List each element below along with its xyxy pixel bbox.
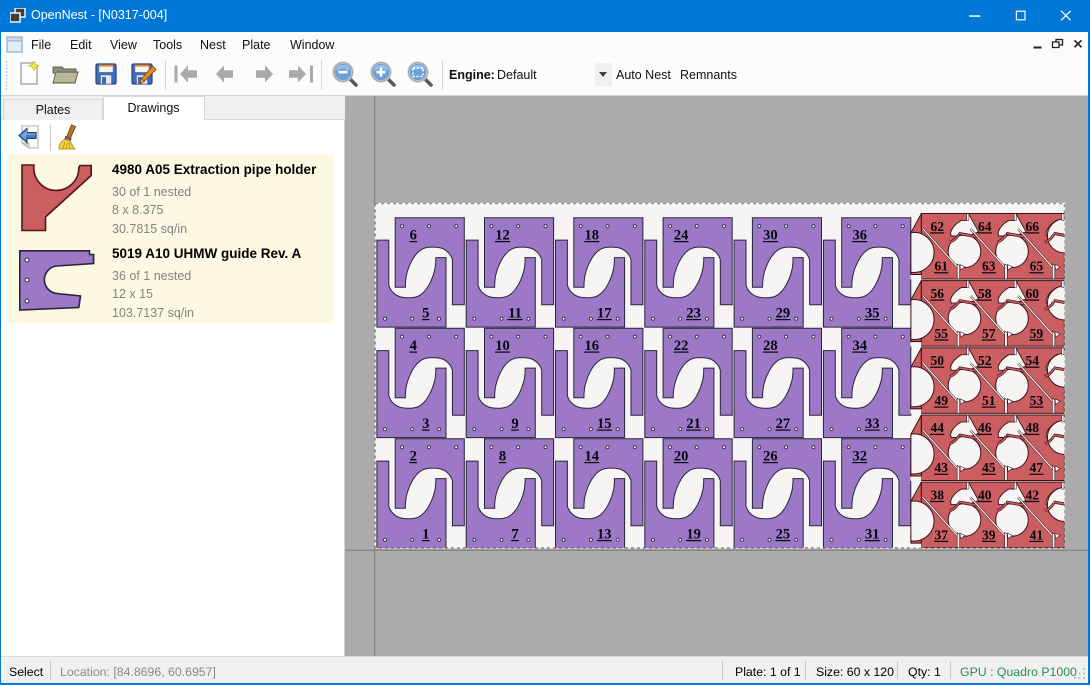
svg-text:22: 22 bbox=[673, 337, 688, 353]
svg-text:66: 66 bbox=[1025, 218, 1039, 233]
svg-text:35: 35 bbox=[864, 305, 879, 321]
svg-text:55: 55 bbox=[934, 325, 948, 340]
svg-text:48: 48 bbox=[1025, 420, 1039, 435]
svg-text:57: 57 bbox=[982, 325, 996, 340]
svg-text:62: 62 bbox=[930, 218, 944, 233]
svg-text:61: 61 bbox=[934, 258, 948, 273]
svg-text:5: 5 bbox=[422, 305, 429, 321]
svg-text:38: 38 bbox=[930, 487, 944, 502]
svg-text:63: 63 bbox=[982, 258, 996, 273]
svg-text:52: 52 bbox=[977, 353, 991, 368]
svg-text:29: 29 bbox=[775, 305, 790, 321]
svg-text:6: 6 bbox=[409, 227, 416, 243]
svg-text:50: 50 bbox=[930, 353, 944, 368]
svg-text:14: 14 bbox=[584, 448, 599, 464]
svg-text:60: 60 bbox=[1025, 285, 1039, 300]
svg-text:37: 37 bbox=[934, 527, 948, 542]
svg-text:21: 21 bbox=[686, 415, 701, 431]
svg-text:46: 46 bbox=[977, 420, 991, 435]
svg-text:7: 7 bbox=[511, 526, 518, 542]
svg-text:11: 11 bbox=[508, 305, 522, 321]
svg-text:43: 43 bbox=[934, 460, 948, 475]
svg-text:27: 27 bbox=[775, 415, 790, 431]
svg-text:42: 42 bbox=[1025, 487, 1039, 502]
svg-text:47: 47 bbox=[1029, 460, 1043, 475]
svg-text:39: 39 bbox=[982, 527, 996, 542]
svg-text:30: 30 bbox=[763, 227, 778, 243]
svg-text:20: 20 bbox=[673, 448, 688, 464]
svg-text:54: 54 bbox=[1025, 353, 1039, 368]
svg-text:34: 34 bbox=[852, 337, 867, 353]
svg-text:28: 28 bbox=[763, 337, 778, 353]
svg-text:4: 4 bbox=[409, 337, 416, 353]
svg-text:9: 9 bbox=[511, 415, 518, 431]
svg-text:65: 65 bbox=[1029, 258, 1043, 273]
svg-text:32: 32 bbox=[852, 448, 867, 464]
svg-text:1: 1 bbox=[422, 526, 429, 542]
svg-text:40: 40 bbox=[977, 487, 991, 502]
svg-text:59: 59 bbox=[1029, 325, 1043, 340]
svg-text:33: 33 bbox=[864, 415, 879, 431]
svg-text:36: 36 bbox=[852, 227, 867, 243]
svg-text:31: 31 bbox=[864, 526, 879, 542]
svg-text:13: 13 bbox=[597, 526, 612, 542]
svg-text:8: 8 bbox=[498, 448, 505, 464]
svg-text:19: 19 bbox=[686, 526, 701, 542]
svg-text:49: 49 bbox=[934, 393, 948, 408]
svg-text:53: 53 bbox=[1029, 393, 1043, 408]
svg-text:45: 45 bbox=[982, 460, 996, 475]
svg-text:44: 44 bbox=[930, 420, 944, 435]
svg-text:3: 3 bbox=[422, 415, 429, 431]
svg-text:23: 23 bbox=[686, 305, 701, 321]
svg-text:12: 12 bbox=[495, 227, 510, 243]
svg-text:24: 24 bbox=[673, 227, 688, 243]
svg-text:16: 16 bbox=[584, 337, 599, 353]
svg-text:26: 26 bbox=[763, 448, 778, 464]
svg-text:56: 56 bbox=[930, 285, 944, 300]
svg-text:2: 2 bbox=[409, 448, 416, 464]
svg-text:25: 25 bbox=[775, 526, 790, 542]
svg-text:64: 64 bbox=[977, 218, 991, 233]
svg-text:10: 10 bbox=[495, 337, 510, 353]
svg-text:41: 41 bbox=[1029, 527, 1043, 542]
svg-text:18: 18 bbox=[584, 227, 599, 243]
svg-text:58: 58 bbox=[977, 285, 991, 300]
svg-text:15: 15 bbox=[597, 415, 612, 431]
svg-text:17: 17 bbox=[597, 305, 612, 321]
svg-text:51: 51 bbox=[982, 393, 996, 408]
